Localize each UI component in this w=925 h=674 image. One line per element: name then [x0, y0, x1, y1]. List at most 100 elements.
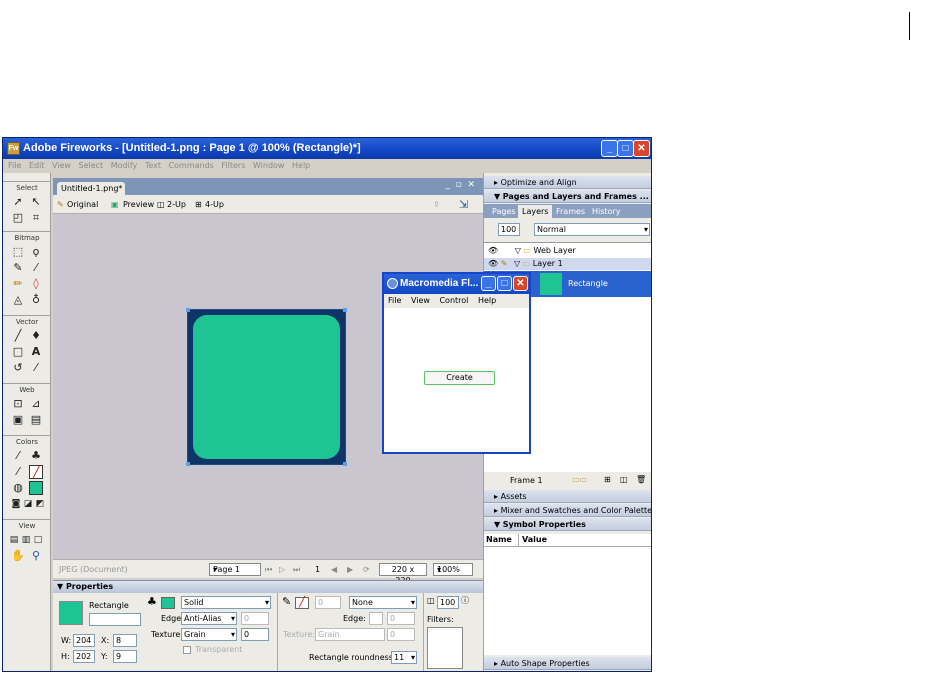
flash-minimize-button[interactable]: _: [481, 276, 496, 291]
blur-tool-icon[interactable]: ◬: [11, 293, 25, 307]
lasso-tool-icon[interactable]: ϙ: [29, 245, 43, 259]
flash-maximize-button[interactable]: □: [497, 276, 512, 291]
eraser-tool-icon[interactable]: ◊: [29, 277, 43, 291]
document-tab[interactable]: Untitled-1.png*: [57, 182, 125, 195]
maximize-button[interactable]: □: [617, 140, 634, 157]
filters-list[interactable]: [427, 627, 463, 669]
menu-file[interactable]: File: [8, 161, 21, 170]
menu-edit[interactable]: Edit: [29, 161, 45, 170]
tab-layers[interactable]: Layers: [518, 205, 553, 218]
close-button[interactable]: ✕: [633, 140, 650, 157]
duplicate-icon[interactable]: ◫: [620, 475, 628, 484]
fill-type-select[interactable]: Solid: [181, 596, 271, 609]
menu-commands[interactable]: Commands: [169, 161, 214, 170]
flash-menu-file[interactable]: File: [388, 296, 401, 305]
line-tool-icon[interactable]: ╱: [11, 329, 25, 343]
rectangle-tool-icon[interactable]: □: [11, 345, 25, 359]
texture-amount[interactable]: 0: [241, 628, 269, 641]
slice-tool-icon[interactable]: ⊿: [29, 397, 43, 411]
flash-menu-view[interactable]: View: [411, 296, 430, 305]
full-screen-icon[interactable]: □: [31, 533, 45, 547]
roundness-select[interactable]: 11: [391, 651, 417, 664]
stroke-swatch[interactable]: ╱: [29, 465, 43, 479]
swap-colors-icon[interactable]: ◩: [33, 497, 47, 511]
stroke-edge-amount[interactable]: 0: [387, 612, 415, 625]
new-subfolder-icon[interactable]: ▭▭: [572, 475, 587, 484]
flash-menu-help[interactable]: Help: [478, 296, 496, 305]
rectangle-shape[interactable]: [193, 315, 340, 459]
mixer-panel-header[interactable]: ▸ Mixer and Swatches and Color Palette: [484, 504, 651, 517]
stroke-edge-box[interactable]: [369, 612, 383, 625]
layer-row-1[interactable]: 👁 ✎ ▽ ▭ Layer 1: [484, 258, 651, 270]
stroke-color-icon[interactable]: ⁄: [11, 465, 25, 479]
hand-tool-icon[interactable]: ✋: [11, 549, 25, 563]
eye-icon[interactable]: 👁: [488, 259, 498, 268]
new-layer-icon[interactable]: ⊞: [604, 475, 611, 484]
pages-layers-panel-header[interactable]: ▼ Pages and Layers and Frames ...: [484, 190, 651, 203]
menu-filters[interactable]: Filters: [221, 161, 245, 170]
play-icon[interactable]: ▷: [279, 560, 285, 579]
zoom-tool-icon[interactable]: ⚲: [29, 549, 43, 563]
height-field[interactable]: 202: [73, 650, 95, 663]
brush-tool-icon[interactable]: ⁄: [29, 261, 43, 275]
stroke-size-field[interactable]: 0: [315, 596, 341, 609]
tab-frames[interactable]: Frames: [552, 205, 589, 218]
object-name-field[interactable]: [89, 613, 141, 626]
2up-view-button[interactable]: 2-Up: [167, 195, 186, 214]
tab-history[interactable]: History: [588, 205, 624, 218]
autoshape-panel-header[interactable]: ▸ Auto Shape Properties: [484, 657, 651, 670]
pencil-tool-icon[interactable]: ✏: [11, 277, 25, 291]
menu-view[interactable]: View: [52, 161, 71, 170]
text-tool-icon[interactable]: A: [29, 345, 43, 359]
fill-color-swatch[interactable]: [161, 597, 175, 609]
magic-wand-tool-icon[interactable]: ✎: [11, 261, 25, 275]
transparent-checkbox[interactable]: [183, 646, 191, 654]
create-button[interactable]: Create: [424, 371, 495, 385]
stroke-texture-amount[interactable]: 0: [387, 628, 415, 641]
tab-pages[interactable]: Pages: [488, 205, 520, 218]
eye-icon[interactable]: 👁: [488, 246, 498, 255]
symbol-panel-header[interactable]: ▼ Symbol Properties: [484, 518, 651, 531]
menu-text[interactable]: Text: [145, 161, 161, 170]
document-size[interactable]: 220 x 220: [379, 563, 427, 585]
freeform-tool-icon[interactable]: ↺: [11, 361, 25, 375]
properties-header[interactable]: ▼ Properties: [53, 581, 483, 593]
pointer-tool-icon[interactable]: ➚: [11, 195, 25, 209]
menu-select[interactable]: Select: [79, 161, 104, 170]
loop-icon[interactable]: ⟳: [363, 560, 370, 579]
stroke-texture-select[interactable]: Grain: [315, 628, 385, 641]
marquee-tool-icon[interactable]: ⬚: [11, 245, 25, 259]
original-view-button[interactable]: Original: [67, 195, 98, 214]
first-frame-icon[interactable]: ⏮: [265, 560, 272, 579]
expand-icon[interactable]: ▽: [515, 246, 521, 255]
eyedropper-tool-icon[interactable]: ⁄: [11, 449, 25, 463]
document-window-controls[interactable]: _ ▫ ✕: [445, 180, 475, 190]
export-icon[interactable]: ⇲: [459, 195, 468, 214]
quick-export-icon[interactable]: ⇪: [433, 195, 440, 214]
blend-mode-select[interactable]: Normal: [534, 223, 650, 236]
pen-tool-icon[interactable]: ♦: [29, 329, 43, 343]
last-frame-icon[interactable]: ⏭: [293, 560, 300, 579]
edge-select[interactable]: Anti-Alias: [181, 612, 237, 625]
canvas[interactable]: [186, 308, 347, 466]
trash-icon[interactable]: 🗑: [636, 475, 646, 484]
stroke-type-select[interactable]: None: [349, 596, 417, 609]
fill-swatch[interactable]: [29, 481, 43, 495]
layer-row-web[interactable]: 👁 ▽ ▭ Web Layer: [484, 245, 651, 257]
fill-color-icon[interactable]: ◍: [11, 481, 25, 495]
hide-slices-icon[interactable]: ▣: [11, 413, 25, 427]
x-field[interactable]: 8: [113, 634, 137, 647]
show-slices-icon[interactable]: ▤: [29, 413, 43, 427]
assets-panel-header[interactable]: ▸ Assets: [484, 490, 651, 503]
flash-close-button[interactable]: ✕: [513, 276, 528, 291]
rubber-stamp-tool-icon[interactable]: ♁: [29, 293, 43, 307]
menu-window[interactable]: Window: [253, 161, 285, 170]
page-select[interactable]: Page 1 ▾: [209, 563, 261, 576]
menu-modify[interactable]: Modify: [111, 161, 138, 170]
knife-tool-icon[interactable]: ⁄: [29, 361, 43, 375]
stroke-color-swatch[interactable]: ╱: [295, 597, 309, 609]
texture-select[interactable]: Grain: [181, 628, 237, 641]
menu-help[interactable]: Help: [292, 161, 310, 170]
prev-frame-icon[interactable]: ◀︎: [331, 560, 337, 579]
selection-handle[interactable]: [343, 462, 347, 466]
